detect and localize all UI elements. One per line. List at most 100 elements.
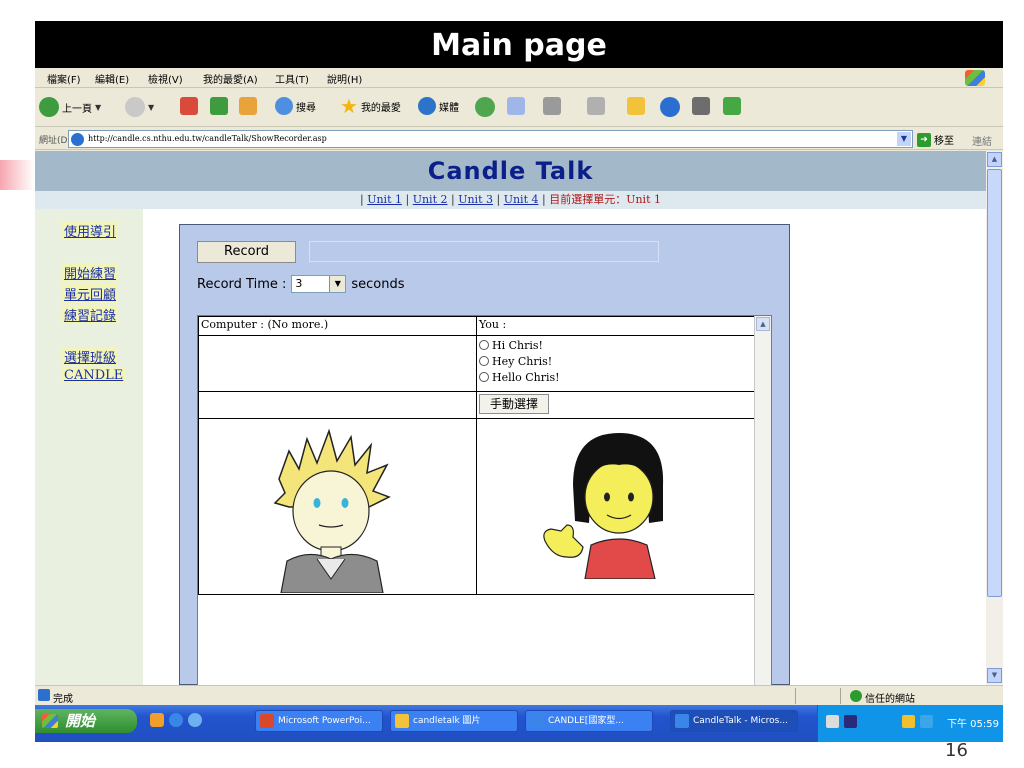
nav-select-class[interactable]: 選擇班級 [62, 347, 119, 366]
clock: 下午 05:59 [947, 719, 999, 730]
current-unit-label: 目前選擇單元：Unit 1 [549, 193, 661, 206]
nav-start-practice[interactable]: 開始練習 [62, 263, 119, 282]
media-button[interactable]: 媒體 [418, 97, 459, 115]
menu-help[interactable]: 說明(H) [327, 71, 362, 86]
choices-cell: Hi Chris! Hey Chris! Hello Chris! [476, 335, 755, 392]
trusted-zone-icon [850, 690, 862, 702]
chevron-down-icon[interactable]: ▼ [897, 132, 911, 146]
choice-label: Hello Chris! [492, 370, 560, 384]
start-button[interactable]: 開始 [35, 709, 137, 733]
forward-button[interactable]: ▼ [125, 97, 154, 117]
scroll-up-icon[interactable]: ▲ [987, 152, 1002, 167]
unit-link-1[interactable]: Unit 1 [367, 193, 402, 206]
nav-guide[interactable]: 使用導引 [62, 221, 119, 240]
nav-unit-review[interactable]: 單元回顧 [62, 284, 119, 303]
page-number: 16 [945, 740, 968, 761]
radio-button[interactable] [479, 372, 489, 382]
network-icon[interactable] [902, 715, 915, 728]
favorites-button[interactable]: ★ 我的最愛 [340, 94, 401, 118]
table-row: Hi Chris! Hey Chris! Hello Chris! [198, 335, 755, 392]
choice-row[interactable]: Hey Chris! [479, 353, 752, 369]
task-label: CANDLE[國家型... [548, 716, 624, 726]
contacts-icon[interactable] [723, 97, 741, 115]
toolbar: 上一頁 ▼ ▼ 搜尋 ★ 我的最愛 媒體 [35, 89, 1003, 127]
menu-edit[interactable]: 編輯(E) [95, 71, 129, 86]
powerpoint-icon [260, 714, 274, 728]
scroll-up-icon[interactable]: ▲ [756, 317, 770, 331]
task-candletalk-ie[interactable]: CandleTalk - Micros... [670, 710, 798, 732]
record-button[interactable]: Record [197, 241, 296, 263]
favorites-label: 我的最愛 [360, 102, 401, 114]
chevron-down-icon: ▼ [148, 102, 155, 112]
windows-flag-icon [42, 714, 58, 728]
windows-flag-icon [965, 70, 985, 86]
manual-select-cell: 手動選擇 [476, 391, 755, 419]
radio-button[interactable] [479, 356, 489, 366]
print-icon[interactable] [543, 97, 561, 115]
table-row: 手動選擇 [198, 391, 755, 419]
search-button[interactable]: 搜尋 [275, 97, 316, 115]
go-button[interactable]: ➜ 移至 [917, 132, 954, 147]
folder-icon [395, 714, 409, 728]
dialog-scrollbar[interactable]: ▲ [754, 316, 771, 685]
star-icon: ★ [340, 94, 358, 118]
messenger-icon[interactable] [660, 97, 680, 117]
refresh-icon[interactable] [210, 97, 228, 115]
stop-icon[interactable] [180, 97, 198, 115]
scroll-thumb[interactable] [987, 169, 1002, 597]
unit-link-4[interactable]: Unit 4 [504, 193, 539, 206]
menu-tools[interactable]: 工具(T) [275, 71, 309, 86]
computer-avatar-cell [198, 418, 477, 595]
home-icon[interactable] [239, 97, 257, 115]
status-divider [840, 688, 841, 704]
address-bar: 網址(D) http://candle.cs.nthu.edu.tw/candl… [35, 128, 1003, 150]
folder-icon[interactable] [627, 97, 645, 115]
choice-row[interactable]: Hello Chris! [479, 369, 752, 385]
boy-avatar [273, 428, 391, 593]
menu-favorites[interactable]: 我的最愛(A) [203, 71, 258, 86]
history-icon[interactable] [475, 97, 495, 117]
media-label: 媒體 [439, 102, 459, 114]
page-scrollbar[interactable]: ▲ ▼ [986, 151, 1003, 685]
messenger-icon[interactable] [920, 715, 933, 728]
recorder-panel: Record Record Time : 3 ▼ seconds Compute… [179, 224, 790, 685]
menu-view[interactable]: 檢視(V) [148, 71, 183, 86]
choice-label: Hi Chris! [492, 338, 543, 352]
paw-icon[interactable] [692, 97, 710, 115]
task-candletalk-folder[interactable]: candletalk 圖片 [390, 710, 518, 732]
task-candle-ie[interactable]: CANDLE[國家型... [525, 710, 653, 732]
nav-practice-record[interactable]: 練習記錄 [62, 305, 119, 324]
edit-icon[interactable] [587, 97, 605, 115]
address-label: 網址(D) [39, 136, 71, 146]
page-content: Candle Talk | Unit 1 | Unit 2 | Unit 3 |… [35, 151, 986, 685]
status-text: 完成 [53, 694, 73, 705]
address-input[interactable]: http://candle.cs.nthu.edu.tw/candleTalk/… [68, 130, 913, 148]
ie-icon [675, 714, 689, 728]
radio-button[interactable] [479, 340, 489, 350]
scroll-down-icon[interactable]: ▼ [987, 668, 1002, 683]
status-divider [795, 688, 796, 704]
task-powerpoint[interactable]: Microsoft PowerPoi... [255, 710, 383, 732]
unit-link-3[interactable]: Unit 3 [458, 193, 493, 206]
you-header: You : [476, 316, 755, 336]
media-player-icon[interactable] [188, 713, 202, 727]
unit-link-2[interactable]: Unit 2 [413, 193, 448, 206]
go-label: 移至 [934, 136, 954, 147]
menu-file[interactable]: 檔案(F) [47, 71, 81, 86]
back-arrow-icon [39, 97, 59, 117]
choice-row[interactable]: Hi Chris! [479, 337, 752, 353]
manual-select-button[interactable]: 手動選擇 [479, 394, 550, 414]
chevron-down-icon: ▼ [329, 276, 346, 292]
mail-icon[interactable] [507, 97, 525, 115]
nav-candle[interactable]: CANDLE [62, 368, 126, 383]
slide-title: Main page [35, 21, 1003, 68]
links-button[interactable]: 連結 [972, 133, 992, 148]
help-icon[interactable] [844, 715, 857, 728]
ie-icon [530, 714, 544, 728]
quicklaunch-icon[interactable] [150, 713, 164, 727]
back-button[interactable]: 上一頁 ▼ [39, 97, 101, 117]
menu-bar: 檔案(F) 編輯(E) 檢視(V) 我的最愛(A) 工具(T) 說明(H) [35, 68, 1003, 88]
keyboard-icon[interactable] [826, 715, 839, 728]
ie-icon[interactable] [169, 713, 183, 727]
record-time-select[interactable]: 3 ▼ [291, 275, 347, 293]
